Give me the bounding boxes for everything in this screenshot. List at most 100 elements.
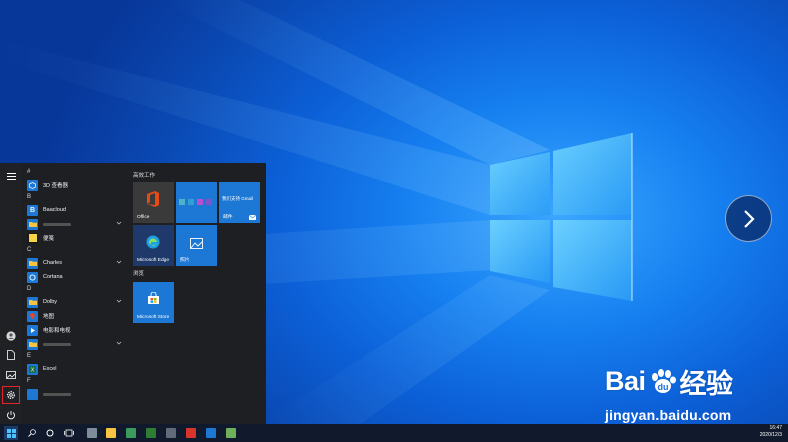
app-cortana[interactable]: Cortana — [24, 270, 126, 284]
system-clock[interactable]: 16:47 2020/12/3 — [760, 425, 782, 439]
skype-icon — [179, 199, 185, 205]
app-folder-blurred-2[interactable] — [24, 337, 126, 351]
app-movies-tv[interactable]: 电影和电视 — [24, 323, 126, 337]
app-icon — [87, 428, 97, 438]
tile-store[interactable]: Microsoft Store — [133, 282, 174, 323]
windows-logo-icon — [6, 428, 16, 438]
expand-menu-button[interactable] — [3, 168, 19, 184]
cube-icon — [27, 179, 38, 191]
chevron-right-icon — [743, 209, 755, 228]
app-label: Excel — [43, 366, 57, 372]
taskbar-app[interactable] — [184, 426, 198, 440]
store-bag-icon — [148, 292, 159, 304]
file-explorer-icon — [106, 428, 116, 438]
chevron-down-icon — [116, 341, 122, 345]
search-button[interactable] — [25, 426, 39, 440]
start-button[interactable] — [4, 426, 18, 440]
clock-date: 2020/12/3 — [759, 432, 782, 438]
excel-icon: X — [27, 363, 38, 375]
tile-label: 邮件 — [223, 215, 233, 220]
user-avatar-icon — [6, 331, 16, 341]
app-baacloud[interactable]: B Baacloud — [24, 203, 126, 217]
tile-photos[interactable]: 照片 — [176, 225, 217, 266]
movies-icon — [27, 324, 38, 336]
group-letter[interactable]: C — [24, 245, 126, 256]
tile-label: Office — [137, 215, 150, 220]
app-icon — [188, 199, 194, 205]
group-letter[interactable]: F — [24, 376, 126, 387]
app-label: Baacloud — [43, 207, 66, 213]
app-icon — [126, 428, 136, 438]
app-label: 电影和电视 — [43, 328, 71, 334]
chevron-down-icon — [116, 299, 122, 303]
redacted-label — [43, 392, 71, 396]
folder-icon — [27, 257, 38, 269]
power-button[interactable] — [3, 407, 19, 423]
documents-button[interactable] — [3, 347, 19, 363]
wechat-icon — [146, 428, 156, 438]
cortana-button[interactable] — [43, 426, 57, 440]
tile-edge[interactable]: Microsoft Edge — [133, 225, 174, 266]
app-label: 地图 — [43, 314, 55, 320]
start-menu: # 3D 查看器 B B Baacloud 便笺 C Charles Corta… — [0, 163, 266, 424]
letter-b-icon: B — [27, 204, 38, 216]
search-icon — [28, 429, 36, 437]
cortana-icon — [46, 429, 54, 437]
user-account-button[interactable] — [3, 328, 19, 344]
app-dolby[interactable]: Dolby — [24, 295, 126, 309]
taskbar-app[interactable] — [224, 426, 238, 440]
taskbar: 16:47 2020/12/3 — [0, 424, 788, 442]
envelope-icon — [249, 215, 256, 220]
folder-icon — [27, 296, 38, 308]
tile-office[interactable]: Office — [133, 182, 174, 223]
tile-label: Microsoft Edge — [137, 258, 169, 263]
tile-label: Microsoft Store — [137, 315, 170, 320]
watermark-brand-chinese: 经验 — [679, 369, 734, 399]
clock-time: 16:47 — [769, 425, 782, 431]
app-icon — [27, 388, 38, 400]
taskbar-app[interactable] — [144, 426, 158, 440]
task-view-icon — [64, 429, 74, 437]
app-label: Cortana — [43, 274, 63, 280]
app-folder-blurred[interactable] — [24, 217, 126, 231]
app-sticky-notes[interactable]: 便笺 — [24, 231, 126, 245]
app-label: Charles — [43, 260, 62, 266]
tile-mail-headline: 我们支持 Gmail — [222, 196, 254, 201]
tiles-panel: 高效工作 Office 我们支持 Gmail 邮件 Microsoft Edge — [133, 171, 263, 421]
next-slide-button[interactable] — [725, 195, 772, 242]
power-icon — [7, 411, 15, 420]
group-letter[interactable]: D — [24, 284, 126, 295]
group-letter[interactable]: # — [24, 167, 126, 178]
app-icon — [226, 428, 236, 438]
taskbar-app[interactable] — [124, 426, 138, 440]
app-excel[interactable]: X Excel — [24, 362, 126, 376]
app-maps[interactable]: 地图 — [24, 309, 126, 323]
redacted-label — [43, 342, 71, 346]
tile-app-group[interactable] — [176, 182, 217, 223]
task-view-button[interactable] — [62, 426, 76, 440]
taskbar-app[interactable] — [204, 426, 218, 440]
edge-icon — [146, 235, 160, 249]
app-icon — [166, 428, 176, 438]
watermark-brand: Bai — [605, 366, 646, 396]
taskbar-app[interactable] — [104, 426, 118, 440]
watermark-url: jingyan.baidu.com — [605, 407, 732, 423]
tile-mail[interactable]: 我们支持 Gmail 邮件 — [219, 182, 260, 223]
app-charles[interactable]: Charles — [24, 256, 126, 270]
taskbar-app[interactable] — [164, 426, 178, 440]
app-label: Dolby — [43, 299, 58, 305]
app-blurred[interactable] — [24, 387, 126, 401]
folder-icon — [27, 338, 38, 350]
pictures-button[interactable] — [3, 367, 19, 383]
section-title-browse: 浏览 — [133, 271, 145, 277]
group-letter[interactable]: B — [24, 192, 126, 203]
office-icon — [147, 191, 159, 207]
taskbar-app[interactable] — [85, 426, 99, 440]
app-3d-viewer[interactable]: 3D 查看器 — [24, 178, 126, 192]
group-letter[interactable]: E — [24, 351, 126, 362]
settings-button[interactable] — [2, 386, 20, 404]
app-list: # 3D 查看器 B B Baacloud 便笺 C Charles Corta… — [24, 167, 126, 424]
picture-icon — [6, 371, 16, 379]
app-icon — [186, 428, 196, 438]
svg-text:du: du — [657, 382, 668, 392]
